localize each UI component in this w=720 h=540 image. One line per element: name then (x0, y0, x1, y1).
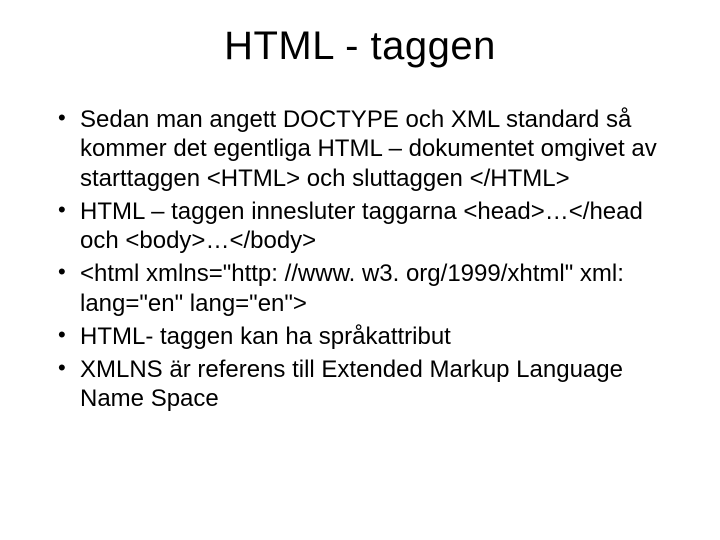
slide-title: HTML - taggen (40, 24, 680, 69)
list-item: Sedan man angett DOCTYPE och XML standar… (58, 105, 680, 193)
list-item: HTML – taggen innesluter taggarna <head>… (58, 197, 680, 256)
list-item: <html xmlns="http: //www. w3. org/1999/x… (58, 259, 680, 318)
slide: HTML - taggen Sedan man angett DOCTYPE o… (0, 0, 720, 540)
list-item: HTML- taggen kan ha språkattribut (58, 322, 680, 351)
list-item: XMLNS är referens till Extended Markup L… (58, 355, 680, 414)
bullet-list: Sedan man angett DOCTYPE och XML standar… (40, 105, 680, 414)
